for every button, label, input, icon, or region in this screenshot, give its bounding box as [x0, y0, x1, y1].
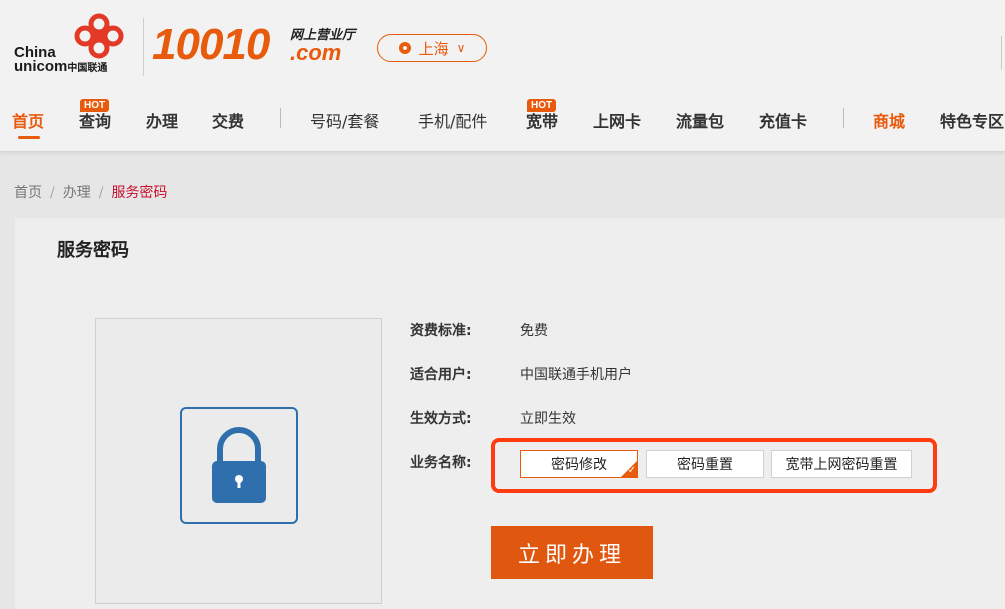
city-selector[interactable]: 上海 ∨	[377, 34, 487, 62]
effect-label: 生效方式:	[410, 411, 472, 427]
lock-icon	[212, 427, 266, 503]
effect-value: 立即生效	[520, 411, 576, 427]
option-label: 密码修改	[551, 457, 607, 473]
nav-divider	[843, 108, 844, 128]
nav-item-handle[interactable]: 办理	[146, 108, 178, 132]
breadcrumb-section[interactable]: 办理	[63, 185, 91, 201]
option-reset-password[interactable]: 密码重置	[646, 450, 764, 478]
header-right-edge	[1001, 36, 1005, 70]
chevron-down-icon: ∨	[456, 41, 466, 55]
brand-sub-bottom: .com	[290, 40, 342, 65]
city-label: 上海	[418, 39, 449, 58]
nav-item-special[interactable]: 特色专区	[940, 108, 1004, 132]
nav-item-query[interactable]: HOT 查询	[79, 99, 112, 132]
hot-badge: HOT	[527, 99, 557, 112]
option-change-password[interactable]: 密码修改 ✓	[520, 450, 638, 478]
breadcrumb-home[interactable]: 首页	[14, 185, 42, 201]
nav-item-recharge-card[interactable]: 充值卡	[759, 108, 807, 132]
nav-item-data-pack[interactable]: 流量包	[676, 108, 724, 132]
option-label: 密码重置	[677, 457, 733, 473]
brand-subtitle: 网上营业厅 .com	[290, 24, 370, 65]
service-card: 服务密码 资费标准: 免费 适合用户: 中国联通手机用户 生效方式: 立即生效 …	[15, 218, 1005, 609]
logo-cn: 中国联通	[67, 63, 108, 74]
hot-badge: HOT	[80, 99, 110, 112]
fee-value: 免费	[520, 323, 548, 339]
nav-item-broadband[interactable]: HOT 宽带	[526, 99, 559, 132]
nav-item-data-card[interactable]: 上网卡	[593, 108, 641, 132]
users-value: 中国联通手机用户	[520, 367, 632, 383]
nav-active-underline	[18, 136, 40, 139]
nav-item-phones[interactable]: 手机/配件	[418, 108, 487, 132]
service-image	[95, 318, 382, 604]
nav-item-pay[interactable]: 交费	[212, 108, 244, 132]
nav-item-label: 查询	[79, 112, 112, 131]
breadcrumb-sep: /	[50, 185, 55, 201]
breadcrumb: 首页 / 办理 / 服务密码	[14, 182, 167, 202]
site-header: China unicom中国联通 10010 网上营业厅 .com 上海 ∨ 首…	[0, 0, 1005, 152]
unicom-logo[interactable]: China unicom中国联通	[12, 12, 142, 82]
nav-item-label: 宽带	[526, 112, 559, 131]
check-icon: ✓	[627, 465, 636, 476]
nav-item-home[interactable]: 首页	[12, 108, 44, 132]
fee-label: 资费标准:	[410, 323, 472, 339]
submit-button[interactable]: 立即办理	[491, 526, 653, 579]
business-label: 业务名称:	[410, 455, 472, 471]
lock-frame	[180, 407, 298, 524]
nav-divider	[280, 108, 281, 128]
logo-text: China unicom中国联通	[14, 45, 108, 76]
brand-number[interactable]: 10010	[152, 20, 270, 70]
breadcrumb-sep: /	[98, 185, 104, 201]
users-label: 适合用户:	[410, 367, 472, 383]
logo-divider	[143, 18, 144, 76]
nav-item-number-plan[interactable]: 号码/套餐	[310, 108, 379, 132]
page-title: 服务密码	[57, 240, 129, 261]
option-label: 宽带上网密码重置	[785, 457, 898, 473]
main-nav: 首页 HOT 查询 办理 交费 号码/套餐 手机/配件 HOT 宽带 上网卡 流…	[0, 98, 1005, 142]
logo-en-line2: unicom	[14, 58, 68, 75]
breadcrumb-current: 服务密码	[111, 185, 168, 201]
option-reset-broadband-password[interactable]: 宽带上网密码重置	[771, 450, 912, 478]
location-pin-icon	[398, 42, 411, 54]
nav-item-mall[interactable]: 商城	[873, 108, 905, 132]
